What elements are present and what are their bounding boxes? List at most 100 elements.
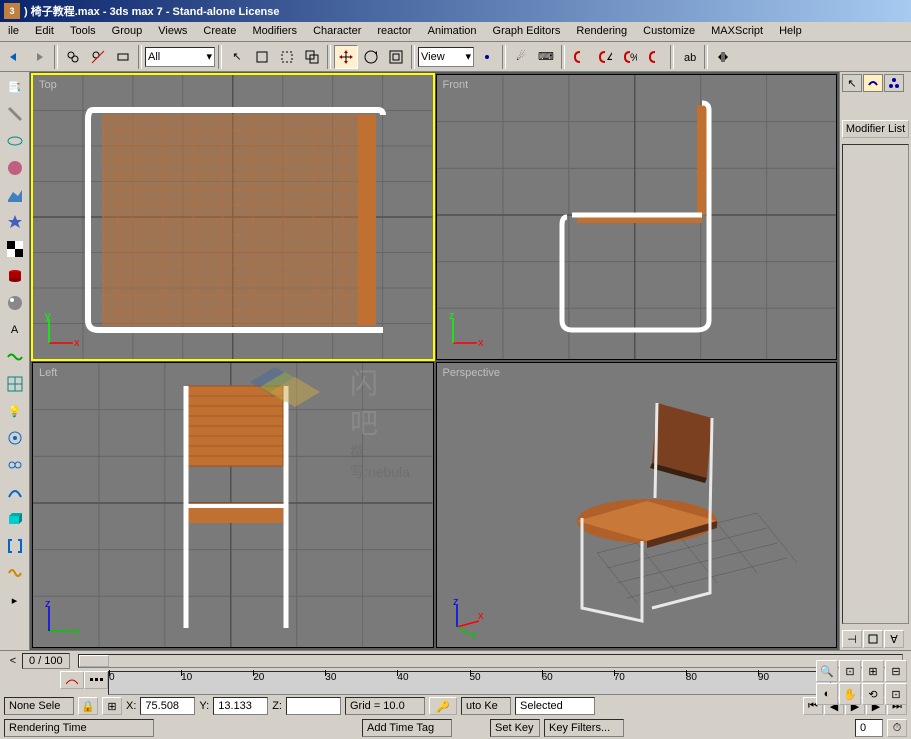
time-slider-thumb[interactable] <box>79 655 109 667</box>
material-button[interactable] <box>2 290 28 316</box>
menu-create[interactable]: Create <box>195 22 244 41</box>
zoom-button[interactable]: 🔍 <box>816 660 838 682</box>
more-button[interactable]: ▸ <box>2 587 28 613</box>
menu-rendering[interactable]: Rendering <box>568 22 635 41</box>
menu-grapheditors[interactable]: Graph Editors <box>485 22 569 41</box>
deform-button[interactable] <box>2 128 28 154</box>
menu-tools[interactable]: Tools <box>62 22 104 41</box>
box-button[interactable] <box>2 506 28 532</box>
undo-button[interactable] <box>2 45 26 69</box>
select-button[interactable]: ↖ <box>225 45 249 69</box>
menu-file[interactable]: ile <box>0 22 27 41</box>
unlink-button[interactable] <box>86 45 110 69</box>
cylinder-button[interactable] <box>2 263 28 289</box>
track-icon[interactable]: < <box>4 653 22 669</box>
ref-coord-dropdown[interactable]: View▾ <box>418 47 474 67</box>
select-name-button[interactable] <box>250 45 274 69</box>
zoom-all-button[interactable]: ⊡ <box>839 660 861 682</box>
menu-group[interactable]: Group <box>104 22 151 41</box>
add-time-tag-button[interactable]: Add Time Tag <box>362 719 452 737</box>
tab-panel-button[interactable]: 📑 <box>2 74 28 100</box>
menu-edit[interactable]: Edit <box>27 22 62 41</box>
pin-stack-button[interactable]: ⊣ <box>842 630 862 648</box>
time-ruler[interactable]: 0 10 20 30 40 50 60 70 80 90 100 <box>108 671 831 695</box>
pan-button[interactable]: ✋ <box>839 683 861 705</box>
curve-button[interactable] <box>2 560 28 586</box>
percent-snap-button[interactable]: % <box>618 45 642 69</box>
set-key-button[interactable]: Set Key <box>490 719 540 737</box>
key-icon[interactable]: 🔑 <box>429 697 457 715</box>
text-button[interactable]: A <box>2 317 28 343</box>
key-filters-button[interactable]: Key Filters... <box>544 719 624 737</box>
scale-button[interactable] <box>384 45 408 69</box>
orbit-button[interactable]: ⟲ <box>862 683 884 705</box>
time-config-button[interactable]: ⏱ <box>887 719 907 737</box>
modify-tab[interactable] <box>863 74 883 92</box>
viewport-perspective[interactable]: Perspective xzy <box>436 362 838 648</box>
z-label: Z: <box>272 700 282 712</box>
light-button[interactable]: 💡 <box>2 398 28 424</box>
hierarchy-tab[interactable] <box>884 74 904 92</box>
link-tool-button[interactable] <box>2 452 28 478</box>
snap-toggle-button[interactable] <box>568 45 592 69</box>
viewport-top[interactable]: Top xy <box>32 74 434 360</box>
z-input[interactable] <box>286 697 341 715</box>
menu-views[interactable]: Views <box>150 22 195 41</box>
bracket-button[interactable] <box>2 533 28 559</box>
show-result-button[interactable] <box>863 630 883 648</box>
menu-reactor[interactable]: reactor <box>369 22 419 41</box>
zoom-extents-button[interactable]: ⊞ <box>862 660 884 682</box>
main-toolbar: All▾ ↖ View▾ ☄ ⌨ ∠ % abc <box>0 42 911 72</box>
spinner-snap-button[interactable] <box>643 45 667 69</box>
auto-key-button[interactable]: uto Ke <box>461 697 511 715</box>
menu-maxscript[interactable]: MAXScript <box>703 22 771 41</box>
x-input[interactable]: 75.508 <box>140 697 195 715</box>
fov-button[interactable]: ◐ <box>816 683 838 705</box>
link-button[interactable] <box>61 45 85 69</box>
menu-modifiers[interactable]: Modifiers <box>244 22 305 41</box>
viewport-left[interactable]: Left yz <box>32 362 434 648</box>
zoom-extents-all-button[interactable]: ⊟ <box>885 660 907 682</box>
menu-animation[interactable]: Animation <box>420 22 485 41</box>
menu-customize[interactable]: Customize <box>635 22 703 41</box>
angle-snap-button[interactable]: ∠ <box>593 45 617 69</box>
current-frame-input[interactable]: 0 <box>855 719 883 737</box>
key-mode-dropdown[interactable]: Selected <box>515 697 595 715</box>
maximize-viewport-button[interactable]: ⊡ <box>885 683 907 705</box>
move-button[interactable] <box>334 45 358 69</box>
y-label: Y: <box>199 700 209 712</box>
menu-character[interactable]: Character <box>305 22 369 41</box>
checker-button[interactable] <box>2 236 28 262</box>
brush-button[interactable] <box>2 425 28 451</box>
absolute-toggle[interactable]: ⊞ <box>102 697 122 715</box>
mirror-button[interactable] <box>711 45 735 69</box>
unique-button[interactable]: ∀ <box>884 630 904 648</box>
select-region-button[interactable] <box>275 45 299 69</box>
star-button[interactable] <box>2 209 28 235</box>
constraint-button[interactable] <box>2 101 28 127</box>
named-sel-button[interactable]: abc <box>677 45 701 69</box>
window-crossing-button[interactable] <box>300 45 324 69</box>
selection-filter-dropdown[interactable]: All▾ <box>145 47 215 67</box>
viewport-front[interactable]: Front xz <box>436 74 838 360</box>
time-slider[interactable] <box>78 654 903 668</box>
create-tab[interactable]: ↖ <box>842 74 862 92</box>
wave-button[interactable] <box>2 344 28 370</box>
modifier-list-dropdown[interactable]: Modifier List <box>842 120 909 138</box>
keyboard-button[interactable]: ⌨ <box>534 45 558 69</box>
lock-toggle[interactable]: 🔒 <box>78 697 98 715</box>
dope-sheet-button[interactable] <box>84 671 108 689</box>
bind-button[interactable] <box>111 45 135 69</box>
menu-help[interactable]: Help <box>771 22 810 41</box>
rotate-button[interactable] <box>359 45 383 69</box>
curve-editor-button[interactable] <box>60 671 84 689</box>
manipulate-button[interactable]: ☄ <box>509 45 533 69</box>
pivot-button[interactable] <box>475 45 499 69</box>
terrain-button[interactable] <box>2 182 28 208</box>
redo-button[interactable] <box>27 45 51 69</box>
path-button[interactable] <box>2 479 28 505</box>
sphere-button[interactable] <box>2 155 28 181</box>
lattice-button[interactable] <box>2 371 28 397</box>
y-input[interactable]: 13.133 <box>213 697 268 715</box>
selection-status: None Sele <box>4 697 74 715</box>
